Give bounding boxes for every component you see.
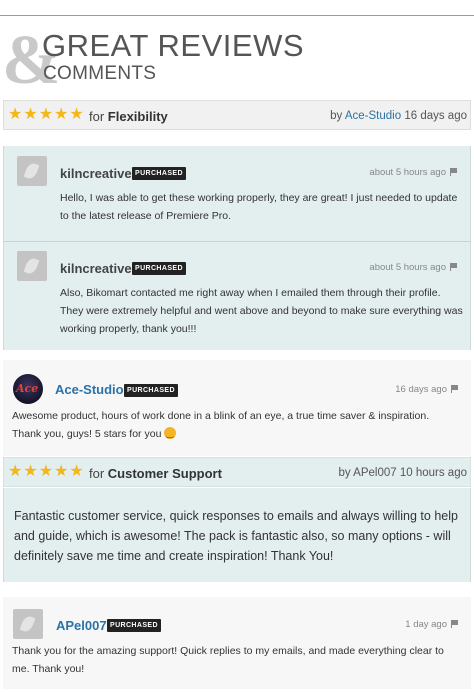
review-text: Fantastic customer service, quick respon… xyxy=(14,509,458,563)
comment-item: APel007 PURCHASED 1 day ago Thank you fo… xyxy=(3,597,471,689)
flag-icon[interactable] xyxy=(450,168,458,176)
smiley-icon xyxy=(164,424,177,442)
comment-text: Hello, I was able to get these working p… xyxy=(60,192,458,222)
comment-author[interactable]: Ace-Studio xyxy=(55,382,124,397)
comment-author[interactable]: APel007 xyxy=(56,618,107,633)
comment-author[interactable]: kilncreative xyxy=(60,166,132,181)
envato-leaf-icon[interactable] xyxy=(13,609,43,639)
review-author-link[interactable]: Ace-Studio xyxy=(345,110,401,122)
comment-time: about 5 hours ago xyxy=(369,262,458,274)
rating-category: for Flexibility xyxy=(89,109,168,124)
comment-text: Also, Bikomart contacted me right away w… xyxy=(60,287,463,335)
comment-time: about 5 hours ago xyxy=(369,167,458,179)
top-divider xyxy=(0,15,474,16)
comment-item: kilncreative PURCHASED about 5 hours ago… xyxy=(3,146,471,241)
ace-studio-logo[interactable]: Ace xyxy=(13,374,43,404)
comment-author[interactable]: kilncreative xyxy=(60,261,132,276)
envato-leaf-icon[interactable] xyxy=(17,251,47,281)
section-header: & GREAT REVIEWS COMMENTS xyxy=(0,24,474,96)
rating-byline: by Ace-Studio 16 days ago xyxy=(330,110,467,122)
comment-time: 1 day ago xyxy=(405,619,459,631)
star-rating-icon: ★★★★★ xyxy=(8,106,85,123)
comment-time: 16 days ago xyxy=(395,384,459,396)
star-rating-icon: ★★★★★ xyxy=(8,463,85,480)
flag-icon[interactable] xyxy=(451,385,459,393)
review-body: Fantastic customer service, quick respon… xyxy=(3,488,471,582)
review-author[interactable]: APel007 xyxy=(353,467,396,479)
purchased-badge: PURCHASED xyxy=(132,262,186,275)
flag-icon[interactable] xyxy=(451,620,459,628)
purchased-badge: PURCHASED xyxy=(132,167,186,180)
page-title: GREAT REVIEWS xyxy=(42,28,305,63)
comment-item: Ace Ace-Studio PURCHASED 16 days ago Awe… xyxy=(3,360,471,456)
review-rating-bar: ★★★★★ for Flexibility by Ace-Studio 16 d… xyxy=(3,100,471,130)
comment-text: Thank you for the amazing support! Quick… xyxy=(12,645,444,675)
purchased-badge: PURCHASED xyxy=(124,384,178,397)
page-subtitle: COMMENTS xyxy=(43,63,157,84)
comment-text: Awesome product, hours of work done in a… xyxy=(12,407,467,443)
envato-leaf-icon[interactable] xyxy=(17,156,47,186)
rating-byline: by APel007 10 hours ago xyxy=(338,467,467,479)
review-rating-bar: ★★★★★ for Customer Support by APel007 10… xyxy=(3,457,471,487)
rating-category: for Customer Support xyxy=(89,466,222,481)
flag-icon[interactable] xyxy=(450,263,458,271)
purchased-badge: PURCHASED xyxy=(107,619,161,632)
comment-item: kilncreative PURCHASED about 5 hours ago… xyxy=(3,242,471,350)
